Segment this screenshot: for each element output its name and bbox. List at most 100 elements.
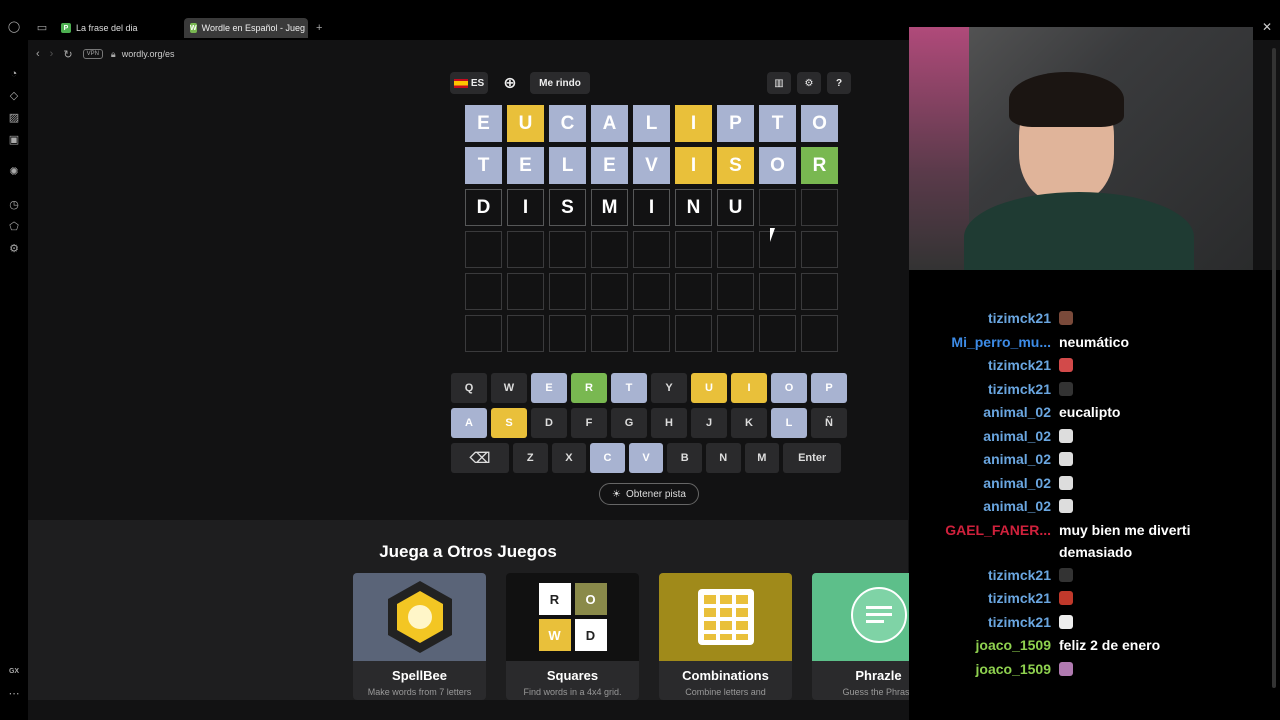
chat-username[interactable]: tizimck21 <box>909 354 1051 378</box>
tab-favicon-icon: P <box>61 23 71 33</box>
key-g[interactable]: G <box>611 408 647 438</box>
chat-emote-holder <box>1059 611 1073 635</box>
language-button[interactable]: ES <box>450 72 488 94</box>
messenger-icon[interactable]: ▣ <box>7 133 21 147</box>
key-q[interactable]: Q <box>451 373 487 403</box>
chat-username[interactable]: tizimck21 <box>909 611 1051 635</box>
settings-icon[interactable]: ⚙ <box>7 242 21 256</box>
hint-button[interactable]: ☀ Obtener pista <box>599 483 699 505</box>
key-m[interactable]: M <box>744 443 780 473</box>
game-card-name: Combinations <box>682 668 769 683</box>
url-field[interactable]: wordly.org/es <box>122 49 175 59</box>
key-l[interactable]: L <box>771 408 807 438</box>
on-screen-keyboard: Q W E R T Y U I O P A S D F G H J K L Ñ ⌫ Z X C V B N M Enter <box>451 373 847 478</box>
close-icon[interactable]: ✕ <box>1262 20 1272 34</box>
key-s[interactable]: S <box>491 408 527 438</box>
key-k[interactable]: K <box>731 408 767 438</box>
chat-username[interactable]: tizimck21 <box>909 587 1051 611</box>
chat-username[interactable]: tizimck21 <box>909 307 1051 331</box>
game-card-squares[interactable]: R O W D Squares Find words in a 4x4 grid… <box>506 573 639 700</box>
letter-tile <box>717 231 754 268</box>
language-label: ES <box>470 77 485 89</box>
bee-icon <box>387 581 452 653</box>
gx-label[interactable]: GX <box>7 665 21 679</box>
key-u[interactable]: U <box>691 373 727 403</box>
key-j[interactable]: J <box>691 408 727 438</box>
chat-username[interactable]: joaco_1509 <box>909 658 1052 682</box>
key-e[interactable]: E <box>531 373 567 403</box>
key-t[interactable]: T <box>611 373 647 403</box>
key-z[interactable]: Z <box>513 443 548 473</box>
browser-sidebar: ◔ ◇ ▨ ▣ ✺ ◷ ⬠ ⚙ GX ⋯ <box>0 40 28 720</box>
extensions-icon[interactable]: ⬠ <box>7 220 21 234</box>
enter-key[interactable]: Enter <box>783 443 842 473</box>
chat-username[interactable]: animal_02 <box>909 401 1051 423</box>
letter-tile <box>591 231 628 268</box>
chat-username[interactable]: animal_02 <box>909 448 1051 472</box>
new-game-plus-icon[interactable]: ⊕ <box>498 72 522 94</box>
letter-tile <box>801 273 838 310</box>
key-a[interactable]: A <box>451 408 487 438</box>
browser-logo-icon[interactable]: ◯ <box>7 20 21 34</box>
chat-username[interactable]: tizimck21 <box>909 564 1051 588</box>
letter-tile: L <box>633 105 670 142</box>
tab-la-frase-del-dia[interactable]: P La frase del dia <box>55 18 144 38</box>
bag-icon[interactable]: ◇ <box>7 89 21 103</box>
key-y[interactable]: Y <box>651 373 687 403</box>
key-p[interactable]: P <box>811 373 847 403</box>
ai-icon[interactable]: ✺ <box>7 165 21 179</box>
key-f[interactable]: F <box>571 408 607 438</box>
chat-username[interactable]: animal_02 <box>909 472 1051 496</box>
chat-username[interactable]: joaco_1509 <box>909 634 1052 656</box>
game-card-combinations[interactable]: Combinations Combine letters and <box>659 573 792 700</box>
forward-icon[interactable]: › <box>50 48 54 60</box>
twitch-icon[interactable]: ▨ <box>7 111 21 125</box>
chat-username[interactable]: animal_02 <box>909 495 1051 519</box>
key-n[interactable]: N <box>705 443 741 473</box>
chat-username[interactable]: animal_02 <box>909 425 1051 449</box>
letter-tile <box>801 231 838 268</box>
letter-tile <box>549 273 586 310</box>
chat-message: joaco_1509 feliz 2 de enero <box>909 634 1249 656</box>
chat-username[interactable]: tizimck21 <box>909 378 1051 402</box>
key-i[interactable]: I <box>731 373 767 403</box>
key-b[interactable]: B <box>667 443 702 473</box>
letter-tile <box>549 315 586 352</box>
give-up-button[interactable]: Me rindo <box>530 72 590 94</box>
stats-icon[interactable]: ▥ <box>767 72 791 94</box>
game-card-spellbee[interactable]: SpellBee Make words from 7 letters <box>353 573 486 700</box>
keyboard-row: ⌫ Z X C V B N M Enter <box>451 443 847 473</box>
speed-dial-icon[interactable]: ◔ <box>7 67 21 81</box>
workspaces-icon[interactable]: ▭ <box>35 21 49 35</box>
key-d[interactable]: D <box>531 408 567 438</box>
key-h[interactable]: H <box>651 408 687 438</box>
key-x[interactable]: X <box>551 443 587 473</box>
vpn-badge[interactable]: VPN <box>82 49 103 59</box>
chat-emote-holder <box>1059 587 1073 611</box>
help-icon[interactable]: ? <box>827 72 851 94</box>
tab-wordle[interactable]: W Wordle en Español - Jueg <box>184 18 308 38</box>
history-icon[interactable]: ◷ <box>7 198 21 212</box>
letter-tile <box>507 315 544 352</box>
key-v[interactable]: V <box>628 443 664 473</box>
letter-tile: M <box>591 189 628 226</box>
backspace-key[interactable]: ⌫ <box>451 443 509 473</box>
key-r[interactable]: R <box>571 373 607 403</box>
more-icon[interactable]: ⋯ <box>7 687 21 701</box>
new-tab-button[interactable]: + <box>310 18 328 38</box>
letter-tile <box>591 315 628 352</box>
reload-icon[interactable]: ↻ <box>63 48 72 61</box>
key-o[interactable]: O <box>771 373 807 403</box>
page-scrollbar[interactable] <box>1270 40 1278 704</box>
chat-emote-icon <box>1059 568 1073 582</box>
back-icon[interactable]: ‹ <box>36 48 40 60</box>
key-c[interactable]: C <box>590 443 625 473</box>
key-w[interactable]: W <box>491 373 527 403</box>
chat-username[interactable]: GAEL_FANER... <box>909 519 1051 563</box>
letter-tile <box>507 273 544 310</box>
gear-icon[interactable]: ⚙ <box>797 72 821 94</box>
letter-tile <box>675 315 712 352</box>
letter-tile: E <box>507 147 544 184</box>
chat-username[interactable]: Mi_perro_mu... <box>909 331 1051 353</box>
key-ñ[interactable]: Ñ <box>811 408 847 438</box>
